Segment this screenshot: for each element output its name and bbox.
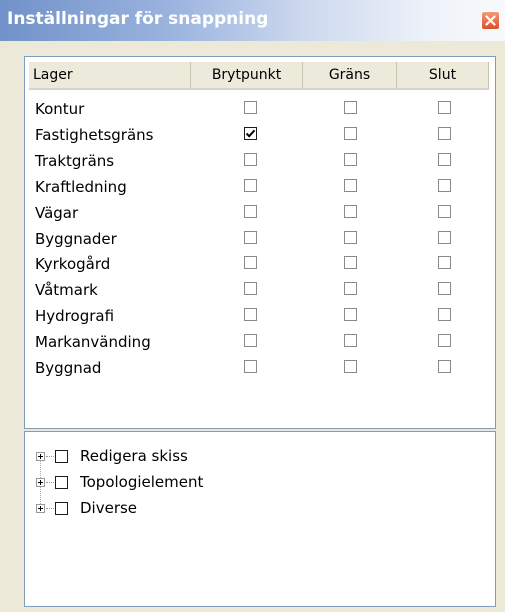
column-header-label: Lager [33,67,73,83]
expand-plus-icon[interactable] [36,504,45,513]
table-row: Byggnad [25,356,485,382]
column-header-label: Slut [428,67,457,83]
checkbox-brytpunkt[interactable] [244,230,257,244]
checkbox-brytpunkt[interactable] [244,308,257,322]
checkbox-grans[interactable] [344,282,357,296]
layer-name: Kyrkogård [35,255,111,274]
close-icon [485,15,496,26]
checkbox-slut[interactable] [438,334,451,348]
column-header-label: Brytpunkt [211,67,282,83]
checkbox-brytpunkt[interactable] [244,204,257,218]
checkbox-grans[interactable] [344,152,357,166]
tree-item-checkbox[interactable] [55,450,68,463]
tree-connector [46,508,54,509]
checkbox-grans[interactable] [344,360,357,373]
checkbox-brytpunkt[interactable] [244,178,257,192]
tree-item-checkbox[interactable] [55,502,68,515]
checkmark-icon [245,129,256,138]
checkbox-slut[interactable] [438,178,451,192]
column-header-lager[interactable]: Lager [29,62,191,90]
checkbox-slut[interactable] [438,230,451,244]
table-row: Kraftledning [25,175,485,201]
checkbox-brytpunkt[interactable] [244,152,257,166]
expand-plus-icon[interactable] [36,452,45,461]
checkbox-grans[interactable] [344,256,357,270]
checkbox-grans[interactable] [344,204,357,218]
layer-name: Byggnader [35,229,117,248]
table-row: Vägar [25,201,485,227]
tree-item: Topologielement [25,470,485,496]
checkbox-slut[interactable] [438,126,451,140]
checkbox-brytpunkt[interactable] [244,256,257,270]
table-header: Lager Brytpunkt Gräns Slut [29,62,489,90]
checkbox-slut[interactable] [438,282,451,296]
table-row: Kontur [25,97,485,123]
checkbox-slut[interactable] [438,152,451,166]
close-button[interactable] [481,11,500,30]
tree-item: Redigera skiss [25,444,485,470]
checkbox-slut[interactable] [438,101,451,114]
checkbox-slut[interactable] [438,308,451,322]
layer-name: Kraftledning [35,177,127,196]
layer-name: Byggnad [35,359,102,377]
column-header-label: Gräns [328,67,371,83]
column-header-brytpunkt[interactable]: Brytpunkt [191,62,303,90]
table-row: Hydrografi [25,304,485,330]
checkbox-brytpunkt[interactable] [244,101,257,114]
checkbox-slut[interactable] [438,256,451,270]
table-row: Kyrkogård [25,252,485,278]
window-title: Inställningar för snappning [7,9,269,29]
layer-name: Hydrografi [35,307,115,326]
layer-name: Kontur [35,100,85,118]
checkbox-slut[interactable] [438,204,451,218]
checkbox-grans[interactable] [344,126,357,140]
tree-item: Diverse [25,496,485,522]
layer-name: Våtmark [35,281,98,300]
checkbox-grans[interactable] [344,101,357,114]
layer-name: Traktgräns [35,151,115,170]
checkbox-grans[interactable] [344,178,357,192]
tree-item-label: Redigera skiss [80,447,188,465]
layer-name: Vägar [35,203,79,222]
tree-item-label: Diverse [80,499,138,517]
checkbox-grans[interactable] [344,334,357,348]
checkbox-brytpunkt[interactable] [244,126,257,140]
table-row: Våtmark [25,278,485,304]
tree-item-checkbox[interactable] [55,476,68,489]
layer-name: Fastighetsgräns [35,125,154,144]
title-bar[interactable]: Inställningar för snappning [0,0,505,41]
checkbox-brytpunkt[interactable] [244,282,257,296]
checkbox-brytpunkt[interactable] [244,360,257,373]
tree-connector [46,456,54,457]
tree-connector [46,482,54,483]
snapping-layer-table: Lager Brytpunkt Gräns Slut Kontur Fastigh… [24,56,496,429]
checkbox-grans[interactable] [344,230,357,244]
column-header-grans[interactable]: Gräns [303,62,397,90]
table-row: Markanvänding [25,330,485,356]
expand-plus-icon[interactable] [36,478,45,487]
layer-name: Markanvänding [35,333,151,352]
table-row: Traktgräns [25,149,485,175]
table-row: Byggnader [25,227,485,253]
tree-item-label: Topologielement [80,473,204,491]
column-header-slut[interactable]: Slut [397,62,489,90]
snapping-settings-window: Inställningar för snappning Lager Brytpu… [0,0,505,612]
table-row: Fastighetsgräns [25,123,485,149]
checkbox-slut[interactable] [438,360,451,373]
snapping-agent-tree: Redigera skiss Topologielement Diverse [24,431,496,607]
checkbox-brytpunkt[interactable] [244,334,257,348]
checkbox-grans[interactable] [344,308,357,322]
